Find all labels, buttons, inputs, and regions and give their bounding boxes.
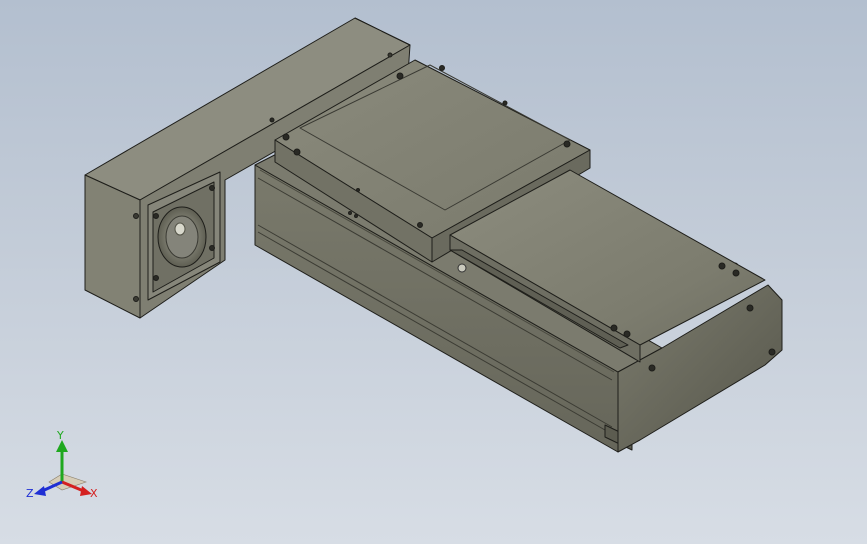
- housing-end-face: [84, 174, 141, 319]
- end-cap-screw: [648, 364, 656, 372]
- flange-bolt: [153, 275, 159, 281]
- graphics-viewport[interactable]: Y X Z: [0, 0, 867, 544]
- cover-bolt: [718, 262, 726, 270]
- y-axis-label: Y: [57, 429, 64, 442]
- carriage-bolt: [439, 65, 445, 71]
- x-axis-label: X: [90, 487, 98, 500]
- cover-fitting: [457, 263, 467, 273]
- housing-screw-hole: [133, 296, 139, 302]
- cover-bolt: [610, 324, 618, 332]
- flange-bolt: [153, 213, 159, 219]
- triad-graphic: [34, 440, 92, 496]
- view-orientation-triad[interactable]: Y X Z: [24, 428, 114, 508]
- carriage-bolt: [417, 222, 423, 228]
- model-geometry: [84, 17, 783, 453]
- carriage-bolt: [282, 133, 290, 141]
- z-axis-arrowhead: [34, 486, 46, 496]
- cover-bolt: [732, 269, 740, 277]
- end-cap-screw: [768, 348, 776, 356]
- motor-shaft: [174, 222, 186, 236]
- carriage-bolt: [502, 100, 508, 106]
- housing-screw-hole: [133, 213, 139, 219]
- cover-bolt: [623, 330, 631, 338]
- carriage-bolt: [269, 117, 275, 123]
- carriage-bolt: [293, 148, 301, 156]
- end-cap-screw: [746, 304, 754, 312]
- linear-actuator-model[interactable]: [0, 0, 867, 544]
- carriage-bolt: [396, 72, 404, 80]
- flange-bolt: [209, 245, 215, 251]
- housing-screw-hole: [387, 52, 393, 58]
- carriage-bolt: [563, 140, 571, 148]
- flange-bolt: [209, 185, 215, 191]
- z-axis-label: Z: [26, 487, 34, 500]
